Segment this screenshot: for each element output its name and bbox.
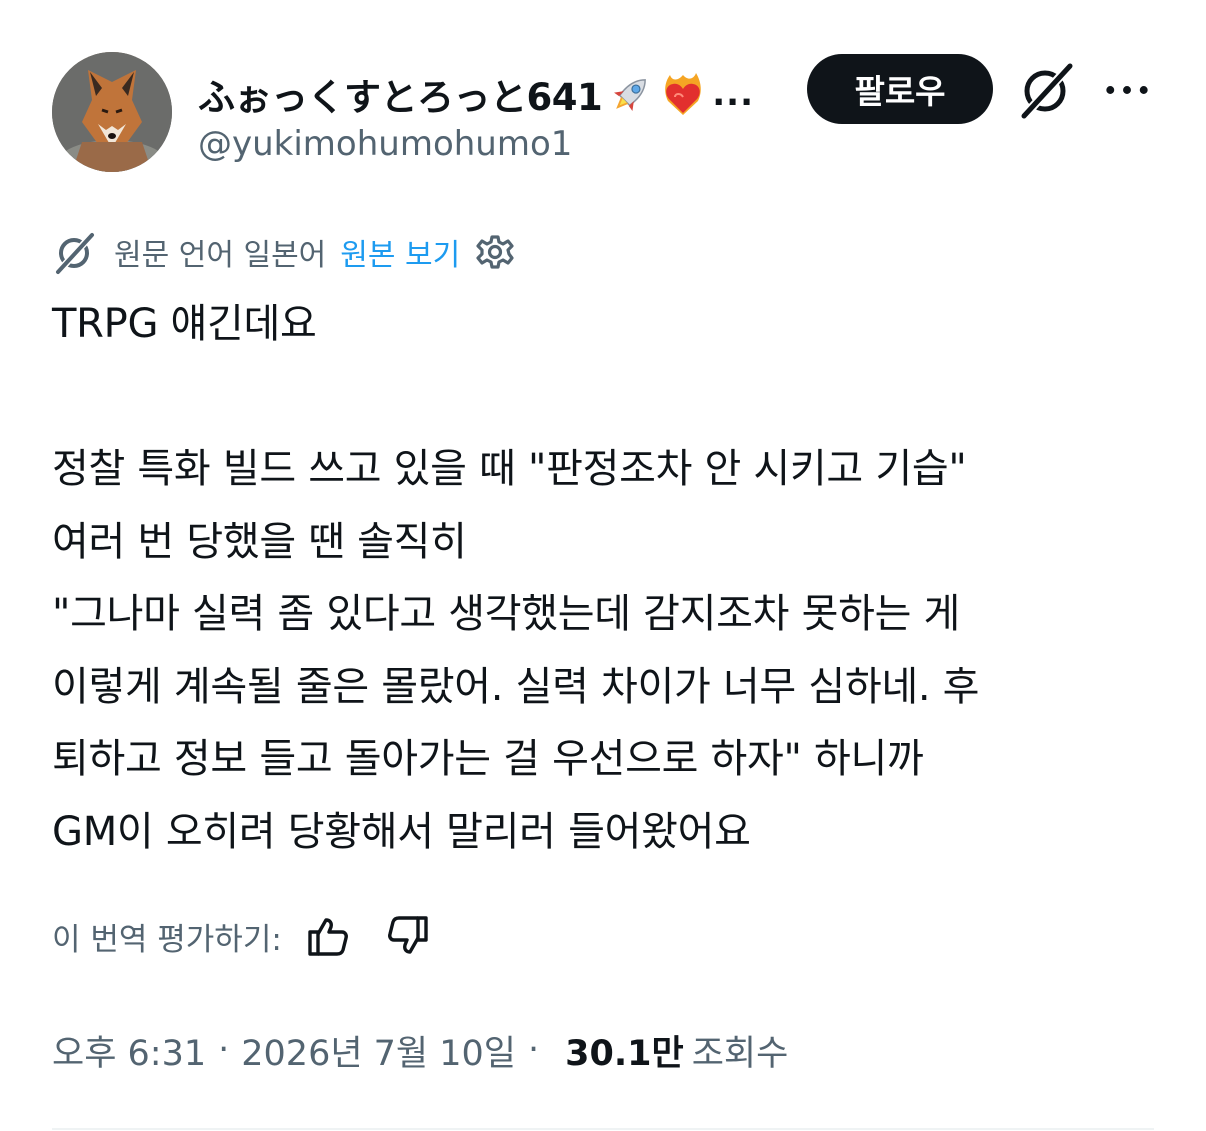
meta-separator: · xyxy=(528,1030,540,1070)
tweet-time[interactable]: 오후 6:31 xyxy=(52,1025,206,1076)
views-label: 조회수 xyxy=(691,1033,789,1074)
more-options-button[interactable] xyxy=(1102,62,1152,118)
source-language-label: 원문 언어 일본어 xyxy=(114,238,327,273)
author-handle[interactable]: @yukimohumohumo1 xyxy=(198,124,572,164)
thumbs-down-icon[interactable] xyxy=(384,912,432,960)
tweet-date[interactable]: 2026년 7월 10일 xyxy=(241,1025,516,1076)
gear-icon[interactable] xyxy=(474,231,516,273)
grok-icon[interactable] xyxy=(1016,58,1078,120)
tweet-line: 정찰 특화 빌드 쓰고 있을 때 "판정조차 안 시키고 기습" xyxy=(52,446,967,492)
more-dots-icon xyxy=(1106,86,1148,94)
heart-on-fire-emoji-icon xyxy=(665,73,702,115)
thumbs-up-icon[interactable] xyxy=(304,912,352,960)
author-name-row[interactable]: ふぉっくすとろっと641 ... xyxy=(198,64,754,124)
rate-translation-label: 이 번역 평가하기: xyxy=(52,921,282,958)
meta-separator: · xyxy=(218,1030,230,1070)
author-display-name[interactable]: ふぉっくすとろっと641 xyxy=(198,67,603,121)
translation-rating: 이 번역 평가하기: xyxy=(52,906,432,966)
fox-avatar-image xyxy=(52,52,172,172)
grok-icon xyxy=(56,233,94,274)
tweet-header: ふぉっくすとろっと641 ... @yukimohumohumo1 팔로우 xyxy=(52,52,1152,176)
tweet-line: TRPG 얘긴데요 xyxy=(52,301,317,347)
show-original-link[interactable]: 원본 보기 xyxy=(340,230,460,274)
follow-button[interactable]: 팔로우 xyxy=(807,54,993,124)
rocket-emoji-icon xyxy=(614,79,647,111)
tweet-line: "그나마 실력 좀 있다고 생각했는데 감지조차 못하는 게 xyxy=(52,591,961,637)
divider xyxy=(52,1128,1154,1130)
tweet-text: TRPG 얘긴데요 정찰 특화 빌드 쓰고 있을 때 "판정조차 안 시키고 기… xyxy=(52,288,1162,868)
tweet-line xyxy=(52,361,1162,434)
views-count: 30.1만 xyxy=(565,1033,684,1074)
translation-bar: 원문 언어 일본어 원본 보기 xyxy=(52,226,516,278)
tweet-line: GM이 오히려 당황해서 말리러 들어왔어요 xyxy=(52,808,751,855)
tweet-line: 여러 번 당했을 땐 솔직히 xyxy=(52,518,467,565)
tweet-meta: 오후 6:31 · 2026년 7월 10일 · 30.1만 조회수 xyxy=(52,1020,788,1080)
tweet-line: 퇴하고 정보 들고 돌아가는 걸 우선으로 하자" 하니까 xyxy=(52,736,924,782)
author-name-ellipsis: ... xyxy=(712,74,754,114)
tweet-line: 이렇게 계속될 줄은 몰랐어. 실력 차이가 너무 심하네. 후 xyxy=(52,663,980,710)
author-avatar[interactable] xyxy=(52,52,172,172)
